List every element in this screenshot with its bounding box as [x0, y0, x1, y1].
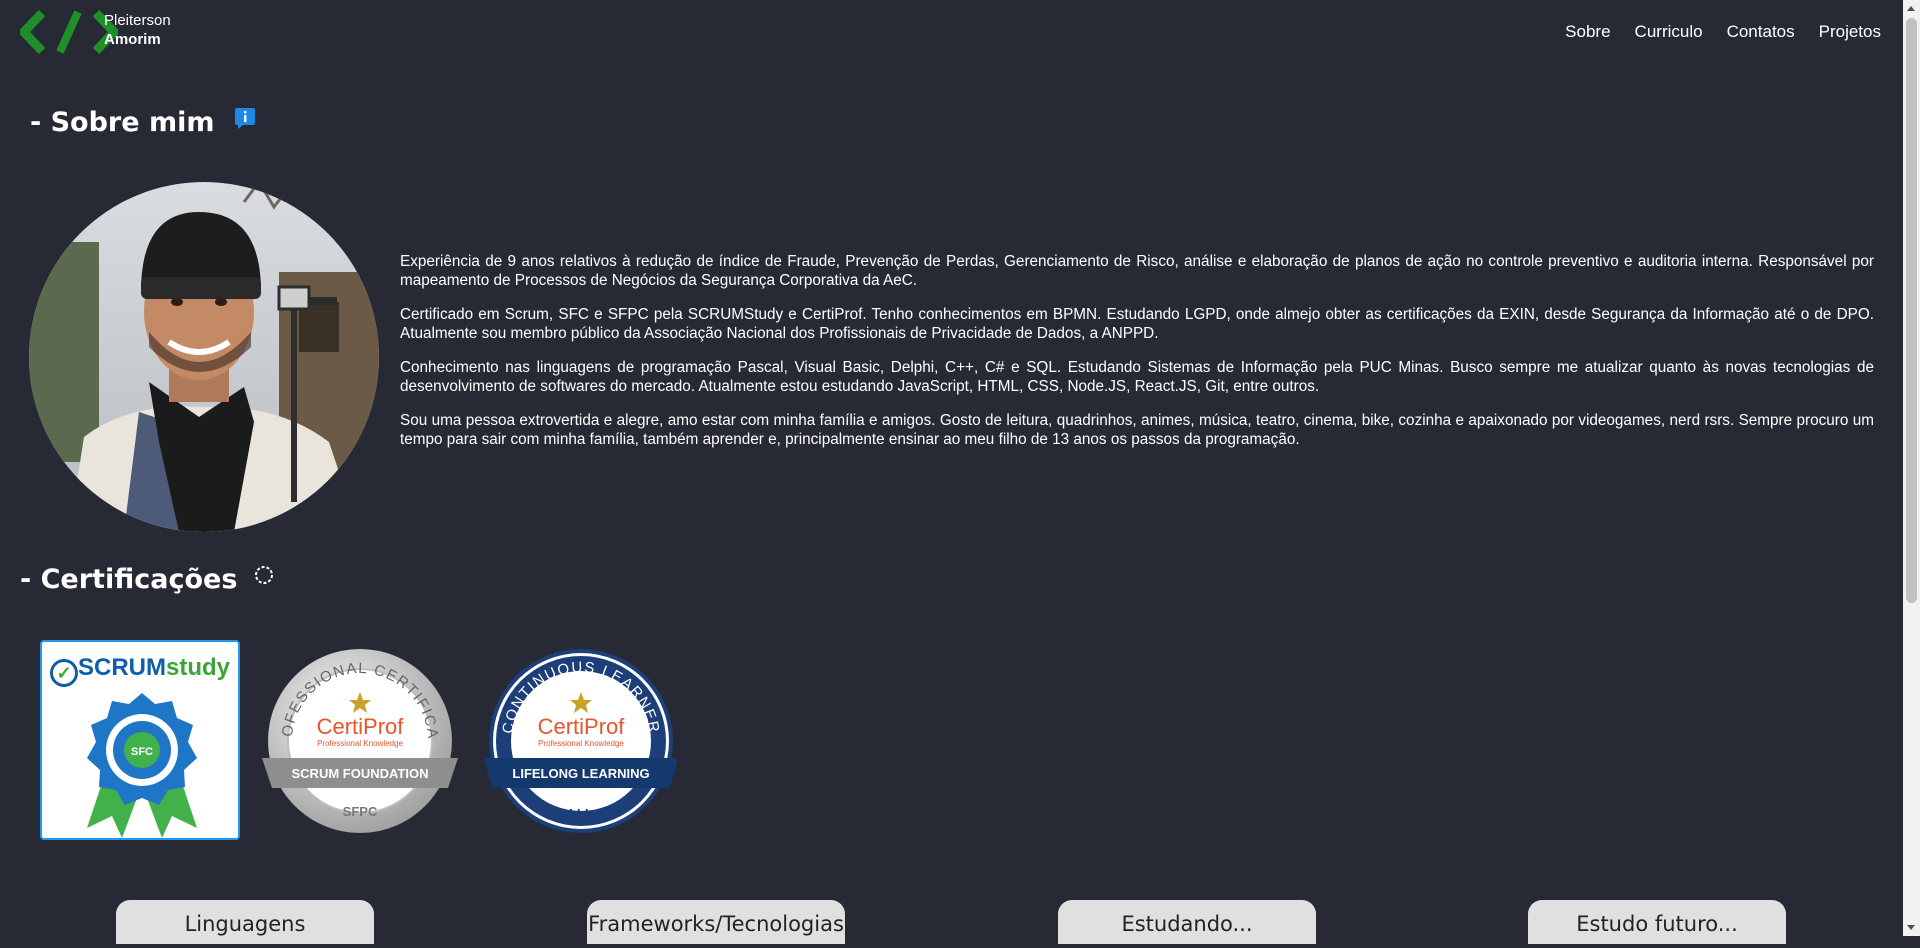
logo-last-name: Amorim: [104, 31, 161, 48]
page-scrollbar[interactable]: [1903, 0, 1920, 936]
tab-linguagens[interactable]: Linguagens: [116, 900, 374, 944]
about-title: - Sobre mim: [30, 107, 256, 138]
nav-curriculo[interactable]: Curriculo: [1635, 22, 1703, 42]
tab-frameworks[interactable]: Frameworks/Tecnologias: [587, 900, 845, 944]
lll-ribbon-text: LIFELONG LEARNING: [512, 766, 649, 781]
logo-text[interactable]: Pleiterson Amorim: [104, 11, 171, 49]
certifications-title: - Certificações: [20, 564, 275, 595]
about-paragraph: Experiência de 9 anos relativos à reduçã…: [400, 253, 1874, 289]
sfpc-brand: CertiProf: [317, 714, 405, 739]
lll-brand: CertiProf: [538, 714, 626, 739]
about-title-text: - Sobre mim: [30, 107, 215, 138]
logo-first-name: Pleiterson: [104, 12, 171, 29]
lll-code: LLL: [569, 806, 593, 821]
scrumstudy-brand-a: SCRUM: [77, 654, 166, 681]
scrumstudy-logo: ✓ SCRUMstudy: [42, 654, 238, 687]
lll-subtitle: Professional Knowledge: [538, 739, 624, 748]
nav-sobre[interactable]: Sobre: [1565, 22, 1610, 42]
nav-contatos[interactable]: Contatos: [1727, 22, 1795, 42]
sfc-seal-icon: SFC: [87, 693, 197, 838]
sfpc-subtitle: Professional Knowledge: [317, 739, 403, 748]
scrumstudy-brand-b: study: [165, 654, 230, 681]
scroll-down-icon[interactable]: [1907, 925, 1915, 930]
scrumstudy-badge[interactable]: ✓ SCRUMstudy SFC: [40, 640, 240, 840]
scroll-up-icon[interactable]: [1907, 6, 1915, 11]
sfc-code: SFC: [131, 746, 153, 758]
about-paragraph: Sou uma pessoa extrovertida e alegre, am…: [400, 412, 1874, 448]
about-text: Experiência de 9 anos relativos à reduçã…: [400, 252, 1874, 464]
sfpc-code: SFPC: [343, 804, 378, 819]
tab-estudando[interactable]: Estudando...: [1058, 900, 1316, 944]
info-icon: [234, 107, 255, 129]
about-paragraph: Conhecimento nas linguagens de programaç…: [400, 359, 1874, 395]
sfpc-badge[interactable]: PROFESSIONAL CERTIFICATE CertiProf Profe…: [256, 633, 458, 836]
lll-badge[interactable]: CONTINUOUS LEARNER CertiProf Professiona…: [484, 646, 678, 836]
check-icon: ✓: [49, 659, 78, 687]
about-paragraph: Certificado em Scrum, SFC e SFPC pela SC…: [400, 306, 1874, 342]
certifications-title-text: - Certificações: [20, 564, 238, 595]
scrollbar-thumb[interactable]: [1906, 18, 1917, 603]
spinner-icon: [254, 565, 273, 584]
tab-estudo-futuro[interactable]: Estudo futuro...: [1528, 900, 1786, 944]
profile-photo: [29, 182, 379, 532]
nav-projetos[interactable]: Projetos: [1819, 22, 1881, 42]
sfpc-ribbon-text: SCRUM FOUNDATION: [292, 766, 429, 781]
main-nav: Sobre Curriculo Contatos Projetos: [1565, 22, 1881, 42]
